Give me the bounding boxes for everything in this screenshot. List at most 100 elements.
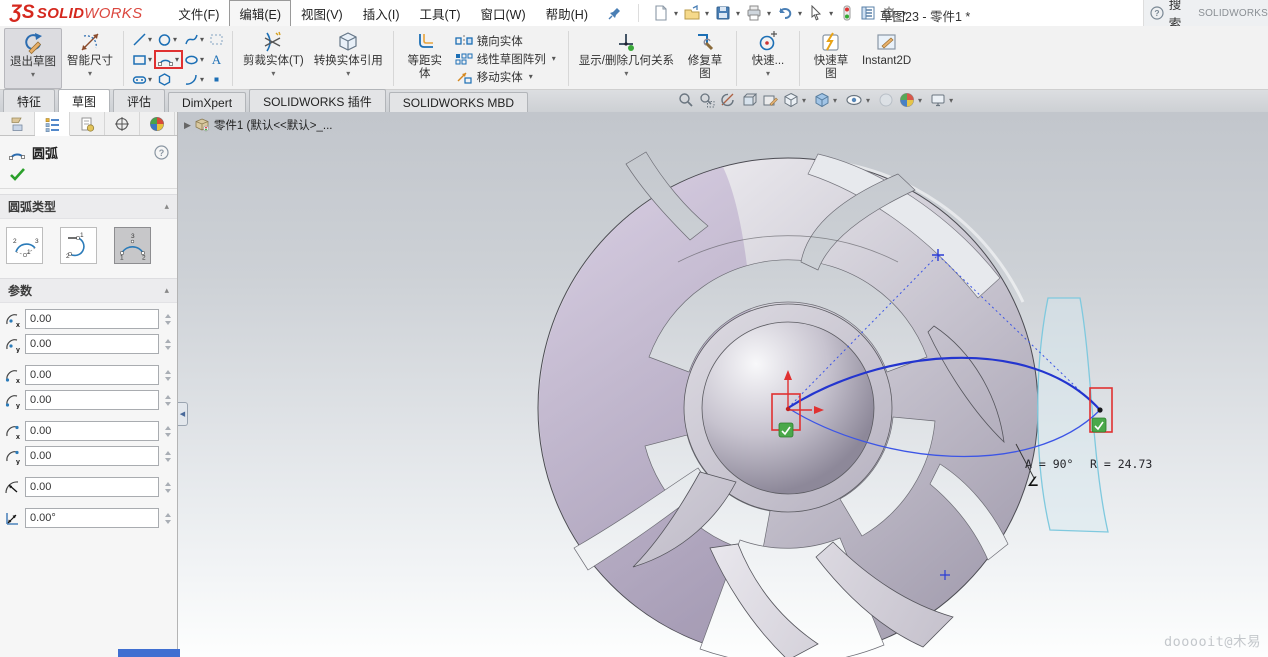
- end-x-stepper[interactable]: [162, 425, 173, 437]
- undo-caret[interactable]: ▾: [798, 9, 802, 18]
- feature-tree-flyout[interactable]: ▶ 零件1 (默认<<默认>_...: [184, 117, 332, 133]
- center-y-input[interactable]: [25, 334, 159, 354]
- arc-end-point[interactable]: [1097, 407, 1103, 413]
- move-entities-caret[interactable]: ▾: [529, 72, 533, 81]
- repair-sketch-button[interactable]: 修复草图: [679, 28, 731, 89]
- tab-dimxpert[interactable]: DimXpert: [168, 92, 247, 112]
- convert-entities-button[interactable]: 转换实体引用 ▾: [309, 28, 388, 89]
- spline-tool[interactable]: ▾: [183, 32, 206, 47]
- point-tool[interactable]: [208, 72, 225, 87]
- line-tool[interactable]: ▾: [131, 32, 154, 47]
- rebuild-traffic-light-icon[interactable]: [837, 4, 857, 22]
- menu-tools[interactable]: 工具(T): [410, 0, 471, 27]
- quick-snaps-button[interactable]: 快速... ▾: [742, 28, 794, 89]
- print-caret[interactable]: ▾: [767, 9, 771, 18]
- undo-icon[interactable]: [775, 4, 795, 22]
- task-pane-icon[interactable]: [858, 4, 878, 22]
- property-manager-tab[interactable]: [35, 112, 70, 136]
- circle-tool[interactable]: ▾: [156, 32, 181, 47]
- select-cursor-icon[interactable]: [806, 4, 826, 22]
- view-orientation-tool-icon[interactable]: [741, 92, 757, 108]
- parameters-section-header[interactable]: 参数 ▴: [0, 278, 177, 303]
- trim-entities-button[interactable]: 剪裁实体(T) ▾: [238, 28, 309, 89]
- quick-snaps-caret[interactable]: ▾: [766, 69, 770, 78]
- print-icon[interactable]: [744, 4, 764, 22]
- end-x-input[interactable]: [25, 421, 159, 441]
- linear-sketch-pattern-button[interactable]: 线性草图阵列 ▾: [455, 51, 559, 67]
- centerpoint-arc-button[interactable]: 2 13: [6, 227, 43, 264]
- feature-tree-item-label[interactable]: 零件1 (默认<<默认>_...: [214, 117, 333, 133]
- menu-insert[interactable]: 插入(I): [353, 0, 410, 27]
- ellipse-tool[interactable]: ▾: [183, 52, 206, 67]
- feature-tree-tab[interactable]: [0, 112, 35, 135]
- linear-pattern-caret[interactable]: ▾: [552, 54, 556, 63]
- display-relations-caret[interactable]: ▾: [624, 69, 628, 78]
- display-delete-relations-button[interactable]: 显示/删除几何关系 ▾: [574, 28, 679, 89]
- start-y-input[interactable]: [25, 390, 159, 410]
- end-y-stepper[interactable]: [162, 450, 173, 462]
- rapid-sketch-button[interactable]: 快速草图: [805, 28, 857, 89]
- slot-tool[interactable]: ▾: [131, 72, 154, 87]
- configurations-tab[interactable]: [70, 112, 105, 135]
- panel-splitter-handle[interactable]: ◀: [178, 402, 188, 426]
- center-y-stepper[interactable]: [162, 338, 173, 350]
- tab-solidworks-addins[interactable]: SOLIDWORKS 插件: [249, 89, 386, 112]
- tangent-arc-button[interactable]: 12: [60, 227, 97, 264]
- center-x-stepper[interactable]: [162, 313, 173, 325]
- instant2d-button[interactable]: Instant2D: [857, 28, 916, 89]
- collapse-chevron-icon[interactable]: ▴: [164, 201, 169, 212]
- display-style-icon[interactable]: ▾: [814, 92, 840, 108]
- section-view-icon[interactable]: [720, 92, 736, 108]
- graphics-viewport[interactable]: ▶ 零件1 (默认<<默认>_... A = 90° R = 24.73 ∠ d…: [178, 112, 1268, 657]
- tangent-arc-tool[interactable]: ▾: [183, 72, 206, 87]
- smart-dimension-button[interactable]: 智能尺寸 ▾: [62, 28, 118, 89]
- move-entities-button[interactable]: 移动实体 ▾: [455, 69, 559, 85]
- exit-sketch-caret[interactable]: ▾: [31, 70, 35, 79]
- end-y-input[interactable]: [25, 446, 159, 466]
- view-settings-icon[interactable]: ▾: [930, 92, 956, 108]
- menu-help[interactable]: 帮助(H): [536, 0, 598, 27]
- sketch-view-tool-icon[interactable]: [762, 92, 778, 108]
- sketch-text-tool[interactable]: A: [208, 52, 225, 67]
- trim-caret[interactable]: ▾: [271, 69, 275, 78]
- arc-type-section-header[interactable]: 圆弧类型 ▴: [0, 194, 177, 219]
- menu-edit[interactable]: 编辑(E): [229, 0, 292, 27]
- model-scene[interactable]: A = 90° R = 24.73 ∠: [178, 112, 1268, 657]
- smart-dimension-caret[interactable]: ▾: [88, 69, 92, 78]
- start-y-stepper[interactable]: [162, 394, 173, 406]
- search-box[interactable]: ? 搜索 SOLIDWORKS: [1143, 0, 1268, 26]
- menu-view[interactable]: 视图(V): [291, 0, 353, 27]
- help-circle-icon[interactable]: ?: [1150, 6, 1164, 20]
- arc-start-point[interactable]: [785, 406, 791, 412]
- tab-sketch[interactable]: 草图: [58, 89, 111, 112]
- arc-tool-active[interactable]: ▾: [154, 49, 184, 69]
- radius-stepper[interactable]: [162, 481, 173, 493]
- relation-icon-coincident-end[interactable]: [1091, 417, 1107, 433]
- new-document-icon[interactable]: [651, 4, 671, 22]
- start-x-stepper[interactable]: [162, 369, 173, 381]
- help-icon[interactable]: ?: [154, 145, 169, 160]
- pin-menu-icon[interactable]: [608, 6, 622, 20]
- menu-window[interactable]: 窗口(W): [471, 0, 536, 27]
- ok-checkmark-button[interactable]: [0, 164, 177, 189]
- offset-entities-button[interactable]: 等距实体: [399, 28, 451, 89]
- hide-show-items-icon[interactable]: ▾: [845, 92, 873, 108]
- rectangle-tool[interactable]: ▾: [131, 52, 154, 67]
- ghost-rect-tool[interactable]: [208, 32, 225, 47]
- convert-caret[interactable]: ▾: [346, 69, 350, 78]
- dimxpert-manager-tab[interactable]: [105, 112, 140, 135]
- radius-input[interactable]: [25, 477, 159, 497]
- polygon-tool[interactable]: [156, 72, 181, 87]
- zoom-area-icon[interactable]: [699, 92, 715, 108]
- start-x-input[interactable]: [25, 365, 159, 385]
- menu-file[interactable]: 文件(F): [168, 0, 229, 27]
- open-icon[interactable]: [682, 4, 702, 22]
- angle-stepper[interactable]: [162, 512, 173, 524]
- save-caret[interactable]: ▾: [736, 9, 740, 18]
- tab-features[interactable]: 特征: [3, 89, 56, 112]
- three-point-arc-button[interactable]: 3 1 2: [114, 227, 151, 264]
- save-icon[interactable]: [713, 4, 733, 22]
- select-caret[interactable]: ▾: [829, 9, 833, 18]
- expand-arrow-icon[interactable]: ▶: [184, 120, 191, 131]
- display-manager-tab[interactable]: [140, 112, 175, 135]
